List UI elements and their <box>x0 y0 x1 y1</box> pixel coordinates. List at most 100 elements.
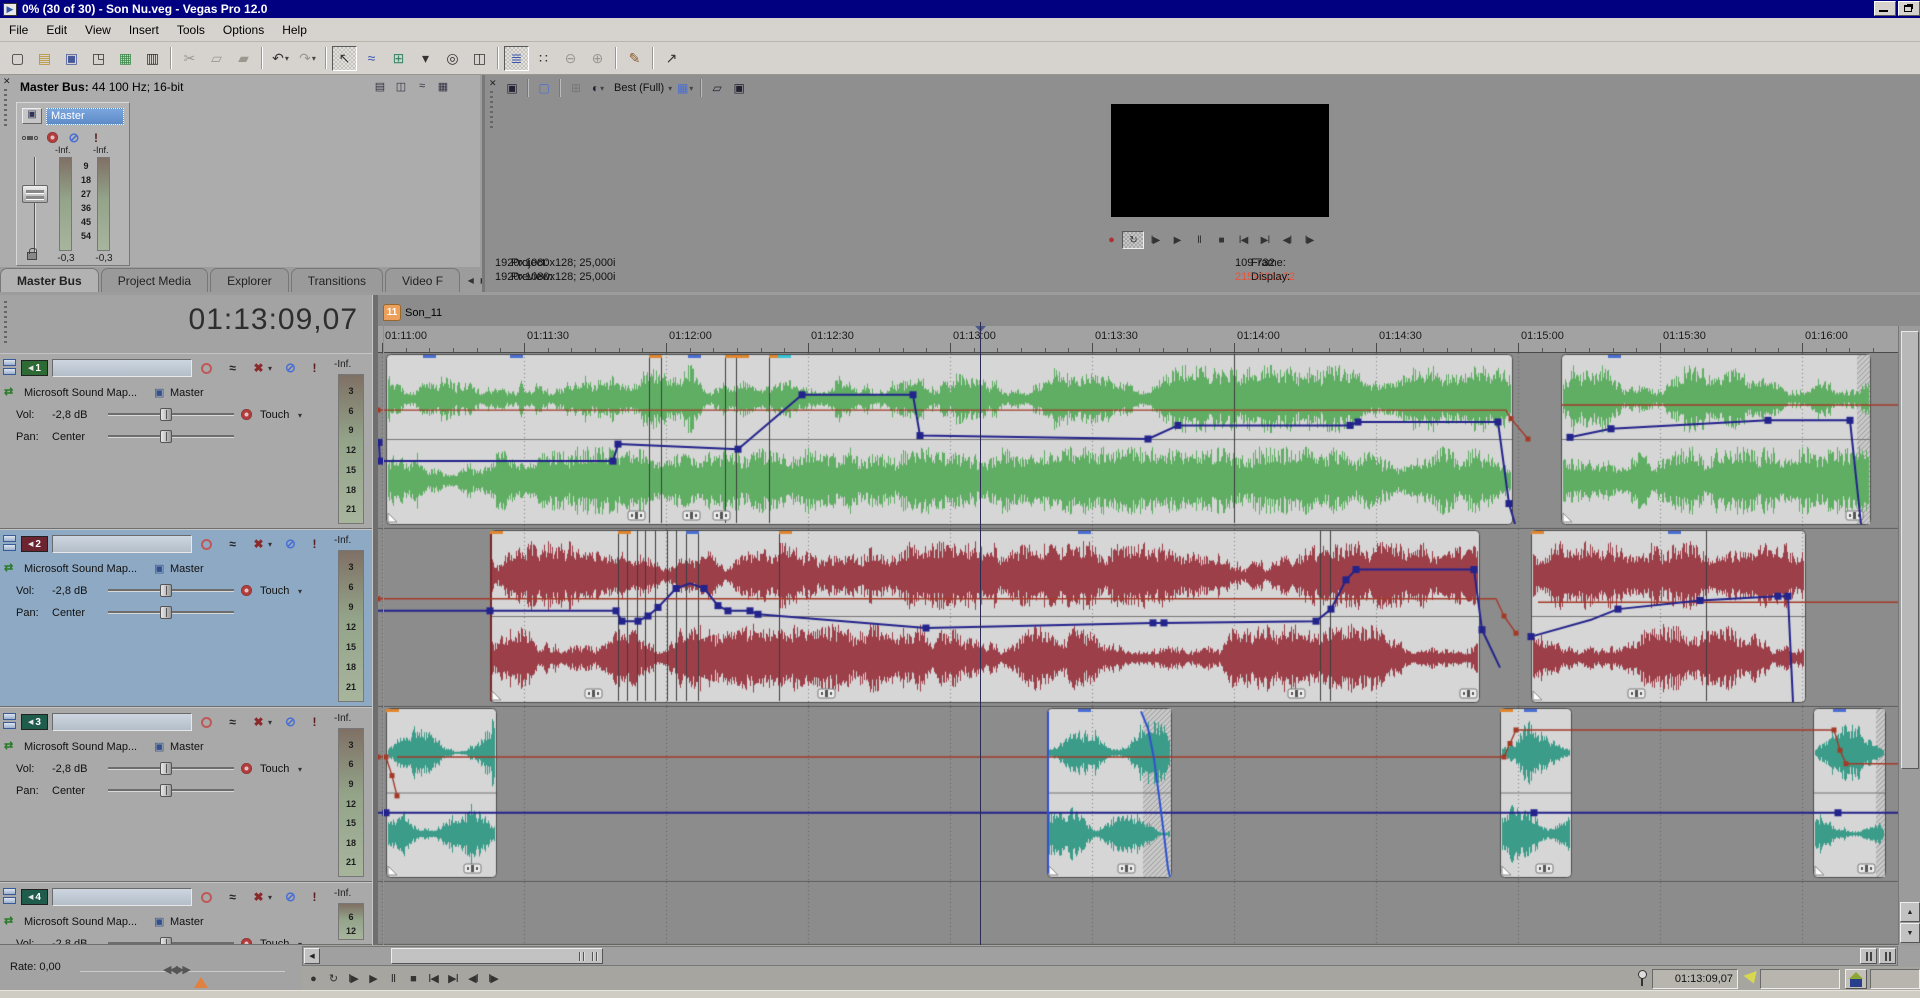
next-frame-button[interactable]: Ⅰ▶ <box>483 967 503 990</box>
mute-button[interactable]: ✖ <box>250 536 267 552</box>
scroll-left-icon[interactable]: ◀ <box>304 948 320 964</box>
automation-mode-label[interactable]: Touch <box>260 585 289 597</box>
volume-value[interactable]: -2,8 dB <box>52 409 87 421</box>
next-frame-button[interactable]: Ⅰ▶ <box>1298 231 1320 249</box>
track-name-input[interactable] <box>52 359 192 377</box>
track-device-label[interactable]: Microsoft Sound Map... <box>24 387 137 399</box>
automation-mode-label[interactable]: Touch <box>260 938 289 945</box>
track-timeline-1[interactable] <box>378 353 1898 529</box>
pan-slider[interactable] <box>108 784 234 797</box>
track-io-icon[interactable]: ⇄ <box>4 561 13 574</box>
track-number-badge[interactable]: ◀4 <box>21 889 48 905</box>
bus-assignment-button[interactable]: ▣ <box>154 386 164 399</box>
track-device-label[interactable]: Microsoft Sound Map... <box>24 741 137 753</box>
vertical-scrollbar-thumb[interactable] <box>1901 331 1919 769</box>
menu-insert[interactable]: Insert <box>120 20 168 40</box>
volume-slider[interactable] <box>108 762 234 775</box>
automation-settings-icon[interactable] <box>43 130 61 145</box>
open-project-icon[interactable]: ▤ <box>32 46 57 71</box>
track-io-icon[interactable]: ⇄ <box>4 385 13 398</box>
play-button[interactable]: ▶ <box>363 967 383 990</box>
pan-value[interactable]: Center <box>52 431 85 443</box>
volume-value[interactable]: -2,8 dB <box>52 585 87 597</box>
status-selection-length[interactable] <box>1870 969 1920 989</box>
preview-quality-label[interactable]: Best (Full) <box>611 82 667 94</box>
time-ruler[interactable]: 01:11:0001:11:3001:12:0001:12:3001:13:00… <box>378 326 1898 353</box>
marker-label[interactable]: Son_11 <box>405 307 442 319</box>
track-timeline-2[interactable] <box>378 529 1898 707</box>
menu-view[interactable]: View <box>76 20 120 40</box>
automation-dropdown-icon[interactable]: ▾ <box>298 587 302 596</box>
automation-mode-icon[interactable] <box>241 763 252 774</box>
track-name-input[interactable] <box>52 888 192 906</box>
track-device-label[interactable]: Microsoft Sound Map... <box>24 916 137 928</box>
track-name-input[interactable] <box>52 713 192 731</box>
track-io-icon[interactable]: ⇄ <box>4 914 13 927</box>
automation-settings-button[interactable]: ≈ <box>224 360 241 376</box>
rate-center-marker[interactable] <box>194 977 208 988</box>
track-header-1[interactable]: ◀1 ≈ ✖ ▾ ⊘ ! -Inf. 36912151821 ⇄ Microso… <box>0 353 372 529</box>
automation-mode-label[interactable]: Touch <box>260 409 289 421</box>
selection-edit-tool-icon[interactable]: ⊞ <box>386 46 411 71</box>
project-properties-icon[interactable]: ◳ <box>86 46 111 71</box>
play-button[interactable]: ▶ <box>1166 231 1188 249</box>
solo-button[interactable]: ⊘ <box>282 536 299 552</box>
interactive-tutorials-icon[interactable]: ✎ <box>622 46 647 71</box>
home-icon[interactable] <box>1845 969 1867 989</box>
record-arm-button[interactable] <box>198 889 215 905</box>
redo-icon[interactable]: ↷▾ <box>295 46 320 71</box>
automation-dropdown-icon[interactable]: ▾ <box>298 765 302 774</box>
pan-value[interactable]: Center <box>52 607 85 619</box>
automation-dropdown-icon[interactable]: ▾ <box>298 411 302 420</box>
mute-dropdown-icon[interactable]: ▾ <box>268 364 272 373</box>
zoom-in-time-button[interactable] <box>1879 948 1896 964</box>
save-project-icon[interactable]: ▣ <box>59 46 84 71</box>
zoom-out-time-button[interactable] <box>1860 948 1877 964</box>
track-number-badge[interactable]: ◀3 <box>21 714 48 730</box>
mute-icon[interactable]: ⊘ <box>65 130 83 145</box>
copy-snapshot-icon[interactable]: ▱ <box>706 78 728 98</box>
overlay-grid-icon[interactable]: ▦▾ <box>674 78 696 98</box>
pan-slider[interactable] <box>108 606 234 619</box>
track-header-2[interactable]: ◀2 ≈ ✖ ▾ ⊘ ! -Inf. 36912151821 ⇄ Microso… <box>0 529 372 707</box>
mute-dropdown-icon[interactable]: ▾ <box>268 718 272 727</box>
go-to-start-button[interactable]: Ⅰ◀ <box>1232 231 1254 249</box>
rate-scrub-handle[interactable]: ◀◀▶▶ <box>163 963 189 976</box>
dim-output-icon[interactable]: ! <box>87 130 105 145</box>
track-number-badge[interactable]: ◀1 <box>21 360 48 376</box>
automation-settings-button[interactable]: ≈ <box>224 714 241 730</box>
bus-assignment-button[interactable]: ▣ <box>154 915 164 928</box>
pane-close-icon[interactable]: ✕ <box>3 77 11 86</box>
volume-slider[interactable] <box>108 937 234 945</box>
new-project-icon[interactable]: ▢ <box>5 46 30 71</box>
preview-quality-icon[interactable]: Best (Full)▾ <box>609 78 674 98</box>
tab-video-f[interactable]: Video F <box>385 268 460 292</box>
record-button[interactable]: ● <box>303 967 323 990</box>
volume-value[interactable]: -2.8 dB <box>52 938 87 945</box>
menu-help[interactable]: Help <box>273 20 316 40</box>
tab-explorer[interactable]: Explorer <box>210 268 289 292</box>
track-io-icon[interactable]: ⇄ <box>4 739 13 752</box>
fader-lock-icon[interactable] <box>27 252 37 260</box>
volume-slider[interactable] <box>108 408 234 421</box>
pause-button[interactable]: Ⅱ <box>1188 231 1210 249</box>
automation-settings-button[interactable]: ≈ <box>224 536 241 552</box>
track-device-label[interactable]: Microsoft Sound Map... <box>24 563 137 575</box>
video-output-properties-icon[interactable]: ▣ <box>501 78 523 98</box>
stop-button[interactable]: ■ <box>403 967 423 990</box>
minimize-button[interactable] <box>1874 1 1896 16</box>
track-minimize-icon[interactable] <box>3 888 18 905</box>
trimmer-tool-icon[interactable]: ◫ <box>467 46 492 71</box>
automation-mode-icon[interactable] <box>241 938 252 945</box>
pane-grip[interactable] <box>4 89 7 129</box>
loop-playback-button[interactable]: ↻ <box>323 967 343 990</box>
invert-phase-button[interactable]: ! <box>306 536 323 552</box>
play-from-start-button[interactable]: Ⅰ▶ <box>1144 231 1166 249</box>
automation-mode-label[interactable]: Touch <box>260 763 289 775</box>
restore-button[interactable] <box>1898 1 1920 16</box>
automation-mode-icon[interactable] <box>241 409 252 420</box>
stop-button[interactable]: ■ <box>1210 231 1232 249</box>
video-overlays-icon[interactable]: ⊞ <box>565 78 587 98</box>
record-button[interactable]: ● <box>1100 231 1122 249</box>
solo-button[interactable]: ⊘ <box>282 360 299 376</box>
